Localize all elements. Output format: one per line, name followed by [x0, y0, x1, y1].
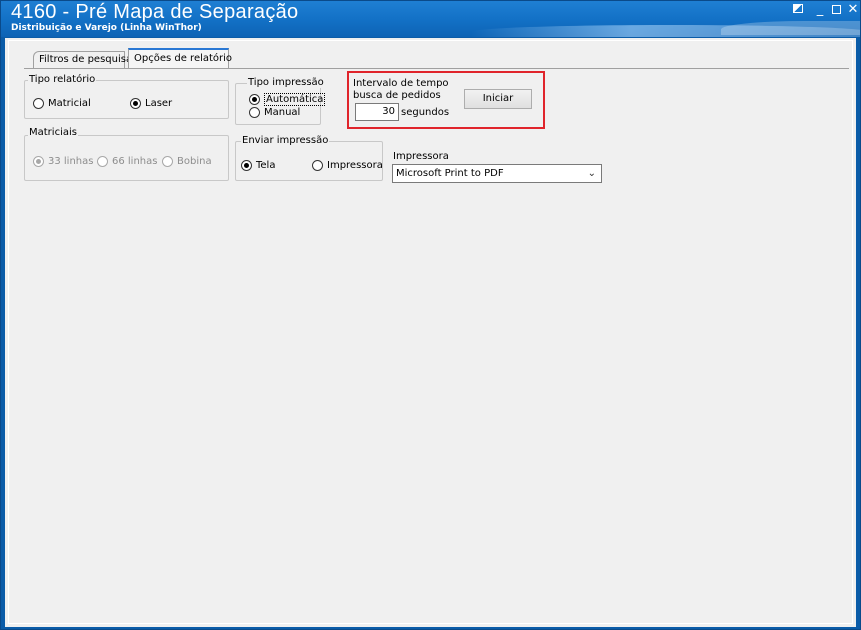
radio-manual[interactable]: Manual [249, 107, 300, 118]
tab-divider [24, 68, 849, 69]
maximize-icon [831, 5, 841, 14]
app-window: 4160 - Pré Mapa de Separação Distribuiçã… [0, 0, 861, 630]
minimize-icon: _ [816, 2, 824, 17]
radio-impressora[interactable]: Impressora [312, 160, 383, 171]
chevron-down-icon: ⌄ [587, 168, 596, 179]
radio-impressora-indicator [312, 160, 323, 171]
radio-66-linhas-label: 66 linhas [112, 156, 158, 167]
tab-filtros-de-pesquisa[interactable]: Filtros de pesquisa [33, 51, 132, 69]
form-panel: Filtros de pesquisa Opções de relatório … [8, 40, 853, 624]
impressora-select[interactable]: Microsoft Print to PDF ⌄ [392, 164, 602, 183]
radio-manual-label: Manual [264, 107, 301, 118]
radio-tela-label: Tela [256, 160, 276, 171]
radio-manual-indicator [249, 107, 260, 118]
restore-icon [793, 4, 803, 13]
radio-66-linhas[interactable]: 66 linhas [97, 156, 157, 167]
radio-bobina[interactable]: Bobina [162, 156, 212, 167]
group-tipo-relatorio-label: Tipo relatório [28, 74, 97, 85]
radio-impressora-label: Impressora [327, 160, 383, 171]
impressora-label: Impressora [393, 151, 449, 162]
radio-automatica-indicator [249, 94, 260, 105]
radio-33-linhas-label: 33 linhas [48, 156, 94, 167]
radio-tela[interactable]: Tela [241, 160, 275, 171]
intervalo-label-line2: busca de pedidos [353, 90, 441, 101]
client-area: Filtros de pesquisa Opções de relatório … [5, 38, 856, 627]
radio-33-linhas[interactable]: 33 linhas [33, 156, 93, 167]
radio-bobina-indicator [162, 156, 173, 167]
group-tipo-impressao-label: Tipo impressão [247, 77, 325, 88]
title-decoration-2 [721, 21, 860, 35]
radio-laser[interactable]: Laser [130, 98, 172, 109]
radio-matricial[interactable]: Matricial [33, 98, 91, 109]
radio-tela-indicator [241, 160, 252, 171]
radio-automatica[interactable]: Automática [249, 93, 326, 106]
radio-matricial-label: Matricial [48, 98, 91, 109]
radio-matricial-indicator [33, 98, 44, 109]
radio-33-linhas-indicator [33, 156, 44, 167]
radio-bobina-label: Bobina [177, 156, 212, 167]
title-bar[interactable]: 4160 - Pré Mapa de Separação Distribuiçã… [1, 1, 860, 37]
impressora-value: Microsoft Print to PDF [396, 168, 504, 179]
maximize-button[interactable] [827, 3, 845, 17]
intervalo-input[interactable]: 30 [355, 103, 399, 121]
group-enviar-impressao-label: Enviar impressão [241, 135, 330, 146]
close-button[interactable]: ✕ [844, 3, 860, 17]
tab-opcoes-de-relatorio[interactable]: Opções de relatório [128, 48, 232, 69]
group-matriciais-label: Matriciais [28, 127, 78, 138]
radio-66-linhas-indicator [97, 156, 108, 167]
close-icon: ✕ [847, 2, 859, 17]
radio-automatica-label: Automática [264, 93, 326, 106]
window-subtitle: Distribuição e Varejo (Linha WinThor) [11, 23, 202, 33]
window-title: 4160 - Pré Mapa de Separação [11, 1, 299, 23]
radio-laser-indicator [130, 98, 141, 109]
iniciar-button[interactable]: Iniciar [464, 89, 532, 109]
restore-button[interactable] [789, 3, 807, 17]
radio-laser-label: Laser [145, 98, 173, 109]
intervalo-unit: segundos [401, 107, 450, 118]
intervalo-label-line1: Intervalo de tempo [353, 78, 449, 89]
